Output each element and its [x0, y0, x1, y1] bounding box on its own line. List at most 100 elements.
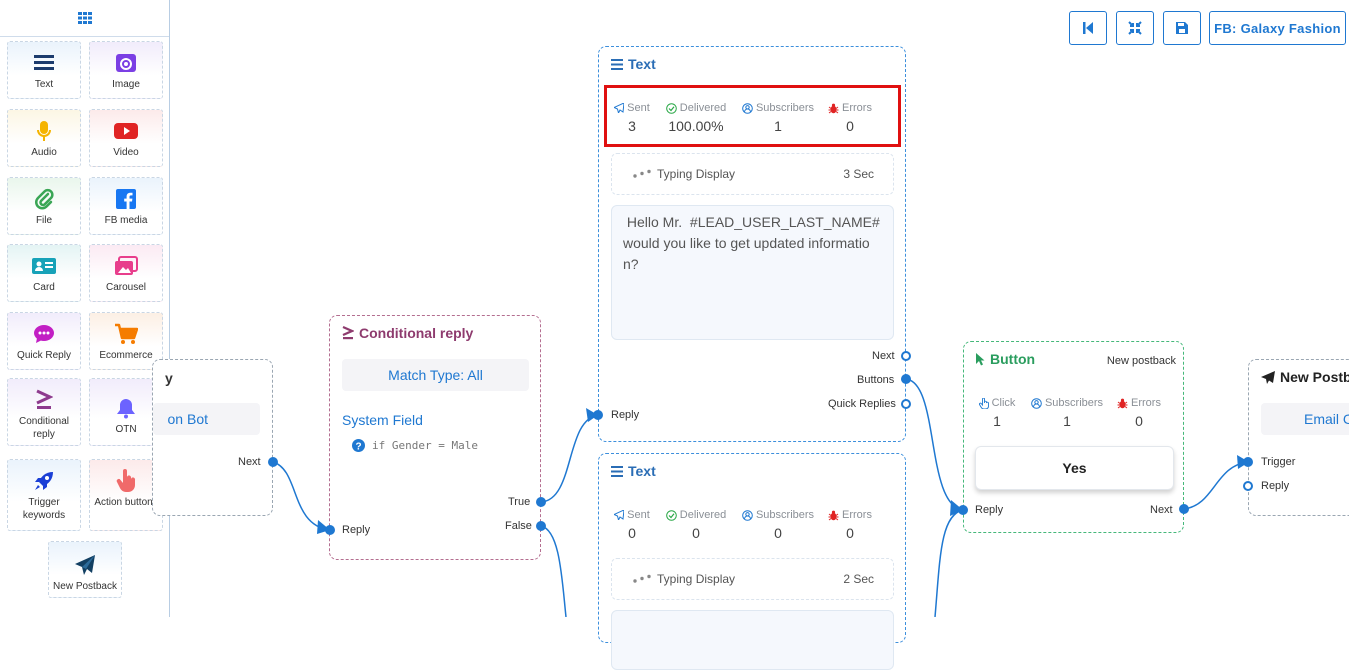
port-false[interactable] [536, 521, 546, 531]
palette-header[interactable] [0, 0, 169, 37]
flow-node-new-postback[interactable]: New Postba Email Co Trigger Reply [1248, 359, 1349, 516]
message-text-box[interactable] [611, 610, 894, 670]
user-circle-icon [742, 102, 753, 114]
stat-sent: Sent 0 [599, 509, 665, 541]
stat-value: 0 [628, 525, 636, 541]
palette-item-label: New Postback [53, 581, 117, 592]
paper-plane-icon [75, 555, 95, 575]
node-title: Text [611, 463, 656, 479]
grid-icon [77, 12, 92, 24]
palette-item-audio[interactable]: Audio [7, 109, 81, 167]
palette-item-carousel[interactable]: Carousel [89, 244, 163, 302]
go-start-button[interactable] [1069, 11, 1107, 45]
carousel-icon [115, 256, 138, 275]
stat-value: 0 [846, 118, 854, 134]
node-title: Button [975, 351, 1035, 367]
palette-item-new-postback[interactable]: New Postback [48, 541, 122, 598]
svg-text:?: ? [355, 441, 361, 452]
palette-item-image[interactable]: Image [89, 41, 163, 99]
save-button[interactable] [1163, 11, 1201, 45]
palette-item-label: Carousel [105, 282, 147, 293]
typing-display-row[interactable]: Typing Display 3 Sec [611, 153, 894, 195]
stat-delivered: Delivered 0 [657, 509, 735, 541]
palette-item-conditional-reply[interactable]: Conditional reply [7, 378, 81, 446]
typing-label: Typing Display [657, 167, 736, 181]
port-reply[interactable] [1243, 481, 1253, 491]
cart-icon [115, 323, 138, 344]
node-pill[interactable]: Email Co [1261, 403, 1349, 435]
palette-item-fb-media[interactable]: FB media [89, 177, 163, 235]
palette-item-text[interactable]: Text [7, 41, 81, 99]
card-icon [32, 258, 56, 274]
palette-item-label: File [35, 215, 53, 226]
palette-item-trigger-keywords[interactable]: Trigger keywords [7, 459, 81, 531]
port-buttons[interactable] [901, 374, 911, 384]
node-title: Text [611, 56, 656, 72]
connector-buttons-to-button [904, 378, 964, 511]
palette-item-label: Card [33, 282, 55, 293]
port-label-reply: Reply [1261, 480, 1290, 492]
typing-dots-icon [633, 574, 651, 583]
bug-icon [828, 103, 839, 113]
microphone-icon [37, 121, 51, 141]
palette-item-label: Conditional reply [18, 416, 70, 440]
node-title: Conditional reply [342, 325, 473, 341]
port-label-next: Next [872, 350, 895, 362]
node-pill[interactable]: on Bot [153, 403, 260, 435]
port-reply[interactable] [325, 525, 335, 535]
connector-true-to-text1 [540, 414, 599, 503]
facebook-icon [116, 189, 136, 209]
port-next[interactable] [1179, 504, 1189, 514]
stat-sent: Sent 3 [599, 102, 665, 134]
hand-pointer-icon [978, 397, 989, 409]
palette-item-file[interactable]: File [7, 177, 81, 235]
typing-display-row[interactable]: Typing Display 2 Sec [611, 558, 894, 600]
palette-item-label: Audio [31, 147, 57, 158]
palette-item-ecommerce[interactable]: Ecommerce [89, 312, 163, 370]
typing-time: 2 Sec [843, 572, 874, 586]
port-trigger[interactable] [1243, 457, 1253, 467]
match-type-pill[interactable]: Match Type: All [342, 359, 529, 391]
condition-icon [342, 326, 354, 340]
stat-value: 1 [774, 118, 782, 134]
paper-plane-icon [614, 103, 625, 113]
palette-item-quick-reply[interactable]: Quick Reply [7, 312, 81, 370]
palette-item-label: Text [34, 79, 54, 90]
paper-plane-icon [1261, 370, 1275, 384]
port-quick-replies[interactable] [901, 399, 911, 409]
flow-node-text-1[interactable]: Text Sent 3 Delivered 100.00% Subscriber… [598, 46, 906, 442]
user-circle-icon [742, 509, 753, 521]
compress-icon [1128, 21, 1142, 35]
port-label-next: Next [1150, 504, 1173, 516]
flow-node-conditional-reply[interactable]: Conditional reply Match Type: All System… [329, 315, 541, 560]
rocket-icon [35, 472, 53, 490]
port-reply[interactable] [593, 410, 603, 420]
palette-item-label: FB media [104, 215, 148, 226]
port-label-reply: Reply [975, 504, 1004, 516]
page-selector-button[interactable]: FB: Galaxy Fashion [1209, 11, 1346, 45]
component-palette: Text Image Audio Video File FB media Car… [0, 0, 170, 617]
stat-value: 3 [628, 118, 636, 134]
flow-node-partial-left[interactable]: y on Bot Next [152, 359, 273, 516]
text-lines-icon [611, 465, 623, 477]
palette-item-card[interactable]: Card [7, 244, 81, 302]
stat-errors: Errors 0 [817, 102, 883, 134]
port-reply[interactable] [958, 505, 968, 515]
image-icon [116, 54, 136, 72]
node-title-text: Text [628, 56, 656, 72]
collapse-button[interactable] [1116, 11, 1154, 45]
node-title: New Postba [1261, 369, 1349, 385]
flow-node-button[interactable]: Button New postback Click 1 Subscribers … [963, 341, 1184, 533]
palette-item-video[interactable]: Video [89, 109, 163, 167]
port-label-reply: Reply [342, 524, 371, 536]
flow-node-text-2[interactable]: Text Sent 0 Delivered 0 Subscribers 0 Er… [598, 453, 906, 670]
node-title-text: Button [990, 351, 1036, 367]
port-next[interactable] [901, 351, 911, 361]
stat-value: 0 [692, 525, 700, 541]
port-next[interactable] [268, 457, 278, 467]
palette-item-label: Quick Reply [17, 350, 71, 361]
yes-button[interactable]: Yes [975, 446, 1174, 490]
port-label-reply: Reply [611, 409, 640, 421]
message-text-box[interactable]: Hello Mr. #LEAD_USER_LAST_NAME# would yo… [611, 205, 894, 340]
port-true[interactable] [536, 497, 546, 507]
